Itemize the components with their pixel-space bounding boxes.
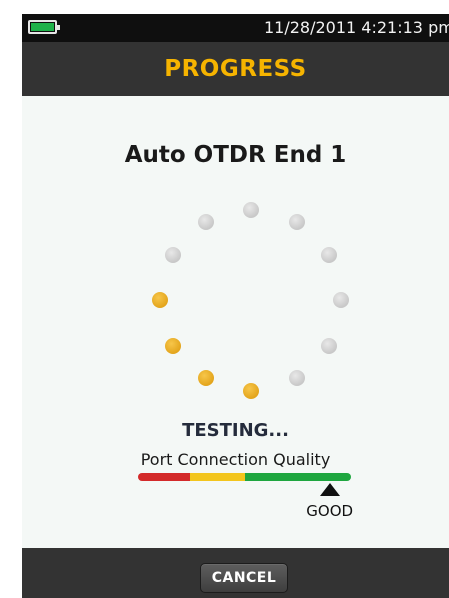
port-quality-label: Port Connection Quality [140, 450, 331, 469]
spinner-dot-active [165, 338, 181, 354]
spinner-dot [165, 247, 181, 263]
spinner-dot [289, 370, 305, 386]
spinner-dot [321, 338, 337, 354]
quality-segment-good [245, 473, 351, 481]
spinner-dot-active [198, 370, 214, 386]
cancel-button[interactable]: CANCEL [200, 563, 288, 593]
spinner-dot [289, 214, 305, 230]
spinner-dot [321, 247, 337, 263]
port-quality-bar [138, 473, 351, 481]
quality-segment-poor [138, 473, 190, 481]
spinner-dot [333, 292, 349, 308]
quality-segment-fair [190, 473, 245, 481]
device-screen: 11/28/2011 4:21:13 pm PROGRESS Auto OTDR… [22, 14, 449, 598]
quality-marker-icon [319, 483, 340, 496]
spinner-dot [243, 202, 259, 218]
spinner-dot-active [243, 383, 259, 399]
port-quality-value: GOOD [306, 502, 354, 520]
progress-spinner [22, 14, 449, 434]
spinner-dot-active [152, 292, 168, 308]
footer-bar: CANCEL [22, 548, 449, 598]
spinner-dot [198, 214, 214, 230]
testing-status: TESTING... [182, 420, 289, 441]
